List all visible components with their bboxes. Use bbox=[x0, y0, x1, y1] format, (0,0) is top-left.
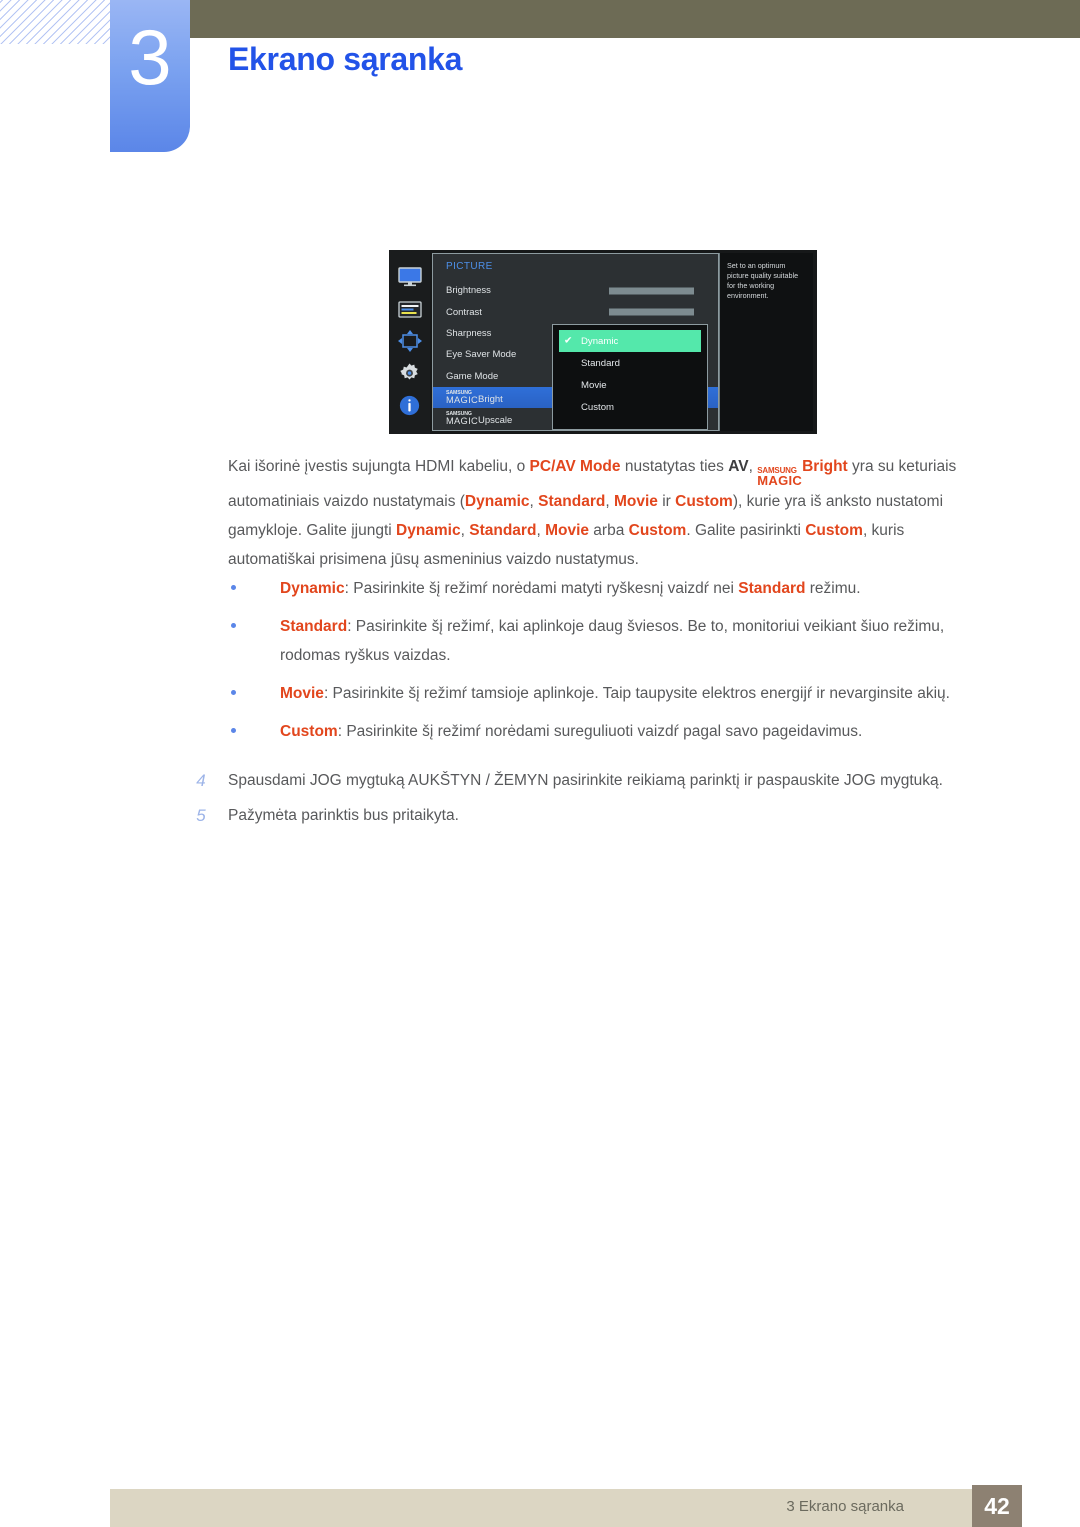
decorative-hatch-pattern bbox=[0, 0, 112, 44]
bullet-term-secondary: Standard bbox=[738, 580, 806, 597]
bullet-term: Dynamic bbox=[280, 580, 345, 597]
bullet-dot-icon bbox=[231, 728, 236, 733]
list-item: Movie: Pasirinkite šį režimŕ tamsioje ap… bbox=[228, 679, 990, 708]
osd-icon-sidebar bbox=[389, 250, 430, 434]
magic-logo: SAMSUNG MAGIC bbox=[446, 389, 478, 405]
sep-1: , bbox=[529, 493, 539, 510]
color-bars-icon bbox=[397, 296, 423, 322]
bullet-term: Standard bbox=[280, 618, 348, 635]
info-icon bbox=[397, 392, 423, 418]
sep-4: , bbox=[460, 522, 470, 539]
dropdown-item-label: Dynamic bbox=[581, 335, 619, 347]
dropdown-item-movie[interactable]: Movie bbox=[559, 374, 701, 396]
bullet-term: Movie bbox=[280, 685, 324, 702]
monitor-icon bbox=[397, 264, 423, 290]
list-item: Dynamic: Pasirinkite šį režimŕ norėdami … bbox=[228, 574, 990, 603]
dropdown-item-standard[interactable]: Standard bbox=[559, 352, 701, 374]
sep-3: ir bbox=[657, 493, 676, 510]
sep-2: , bbox=[605, 493, 614, 510]
term-standard: Standard bbox=[538, 493, 606, 510]
list-item: Standard: Pasirinkite šį režimŕ, kai apl… bbox=[228, 612, 990, 670]
dropdown-item-label: Standard bbox=[581, 357, 620, 369]
step-number: 5 bbox=[196, 806, 206, 825]
footer-chapter-label: 3 Ekrano sąranka bbox=[786, 1498, 904, 1515]
step-text: Pažymėta parinktis bus pritaikyta. bbox=[228, 807, 459, 824]
osd-row-label: Bright bbox=[477, 393, 503, 405]
magicbright-options-dropdown[interactable]: ✔ Dynamic Standard Movie Custom bbox=[552, 324, 708, 430]
term-movie: Movie bbox=[613, 493, 658, 510]
bullet-text: : Pasirinkite šį režimŕ tamsioje aplinko… bbox=[323, 685, 950, 702]
dropdown-item-custom[interactable]: Custom bbox=[559, 396, 701, 418]
check-icon: ✔ bbox=[564, 335, 573, 347]
dropdown-item-label: Custom bbox=[581, 401, 615, 413]
step-item: 4 Spausdami JOG mygtuką AUKŠTYN / ŽEMYN … bbox=[190, 766, 990, 795]
term-movie-2: Movie bbox=[545, 522, 589, 539]
magic-logo: SAMSUNG MAGIC bbox=[446, 411, 478, 427]
step-item: 5 Pažymėta parinktis bus pritaikyta. bbox=[190, 801, 990, 830]
osd-row-label: Sharpness bbox=[446, 327, 492, 339]
chapter-number-badge: 3 bbox=[110, 0, 190, 152]
osd-row-label: Brightness bbox=[446, 285, 491, 297]
bullet-text: : Pasirinkite šį režimŕ norėdami matyti … bbox=[344, 580, 739, 597]
osd-row-label: Upscale bbox=[477, 415, 513, 427]
term-custom-2: Custom bbox=[628, 522, 687, 539]
osd-row-brightness[interactable]: Brightness 100 bbox=[433, 280, 741, 301]
intro-text-2: nustatytas ties bbox=[620, 458, 729, 475]
sep-6: arba bbox=[589, 522, 629, 539]
move-arrows-icon bbox=[397, 328, 423, 354]
term-custom-3: Custom bbox=[805, 522, 863, 539]
magicupscale-label: SAMSUNG MAGIC Upscale bbox=[446, 411, 513, 427]
bullet-dot-icon bbox=[231, 690, 236, 695]
term-dynamic: Dynamic bbox=[464, 493, 530, 510]
dropdown-item-dynamic[interactable]: ✔ Dynamic bbox=[559, 330, 701, 352]
bullet-dot-icon bbox=[231, 585, 236, 590]
term-bright: Bright bbox=[802, 458, 848, 475]
chapter-number: 3 bbox=[128, 13, 172, 101]
bullet-text-2: režimu. bbox=[805, 580, 861, 597]
osd-row-label: Game Mode bbox=[446, 370, 499, 382]
footer-bar: 3 Ekrano sąranka bbox=[110, 1489, 972, 1527]
header-olive-bar bbox=[190, 0, 1080, 38]
term-custom: Custom bbox=[675, 493, 733, 510]
osd-row-label: Contrast bbox=[446, 306, 482, 318]
numbered-steps-list: 4 Spausdami JOG mygtuką AUKŠTYN / ŽEMYN … bbox=[190, 766, 990, 836]
step-number: 4 bbox=[196, 771, 206, 790]
list-item: Custom: Pasirinkite šį režimŕ norėdami s… bbox=[228, 717, 990, 746]
gear-icon bbox=[397, 360, 423, 386]
osd-description-panel: Set to an optimum picture quality suitab… bbox=[719, 253, 813, 431]
term-pcav-mode: PC/AV Mode bbox=[529, 458, 621, 475]
term-standard-2: Standard bbox=[469, 522, 537, 539]
brightness-slider[interactable] bbox=[609, 287, 694, 295]
dropdown-item-label: Movie bbox=[581, 379, 607, 391]
osd-row-contrast[interactable]: Contrast 75 bbox=[433, 301, 741, 322]
step-text: Spausdami JOG mygtuką AUKŠTYN / ŽEMYN pa… bbox=[228, 772, 943, 789]
term-dynamic-2: Dynamic bbox=[396, 522, 461, 539]
intro-text-1: Kai išorinė įvestis sujungta HDMI kabeli… bbox=[228, 458, 530, 475]
osd-row-label: Eye Saver Mode bbox=[446, 349, 517, 361]
page-title: Ekrano sąranka bbox=[228, 41, 463, 77]
magicbright-logo-inline: SAMSUNG MAGIC bbox=[757, 466, 803, 488]
page-number-badge: 42 bbox=[972, 1485, 1022, 1527]
intro-text-6: . Galite pasirinkti bbox=[686, 522, 806, 539]
sep-5: , bbox=[536, 522, 546, 539]
magicbright-label: SAMSUNG MAGIC Bright bbox=[446, 389, 503, 405]
osd-panel-heading: PICTURE bbox=[446, 261, 493, 272]
term-av: AV bbox=[728, 458, 749, 475]
contrast-slider[interactable] bbox=[609, 308, 694, 316]
mode-description-list: Dynamic: Pasirinkite šį režimŕ norėdami … bbox=[228, 574, 990, 755]
bullet-term: Custom bbox=[280, 723, 338, 740]
intro-paragraph: Kai išorinė įvestis sujungta HDMI kabeli… bbox=[228, 452, 982, 574]
intro-text-3: , bbox=[748, 458, 758, 475]
bullet-text: : Pasirinkite šį režimŕ, kai aplinkoje d… bbox=[280, 618, 945, 664]
bullet-dot-icon bbox=[231, 623, 236, 628]
bullet-text: : Pasirinkite šį režimŕ norėdami suregul… bbox=[337, 723, 863, 740]
